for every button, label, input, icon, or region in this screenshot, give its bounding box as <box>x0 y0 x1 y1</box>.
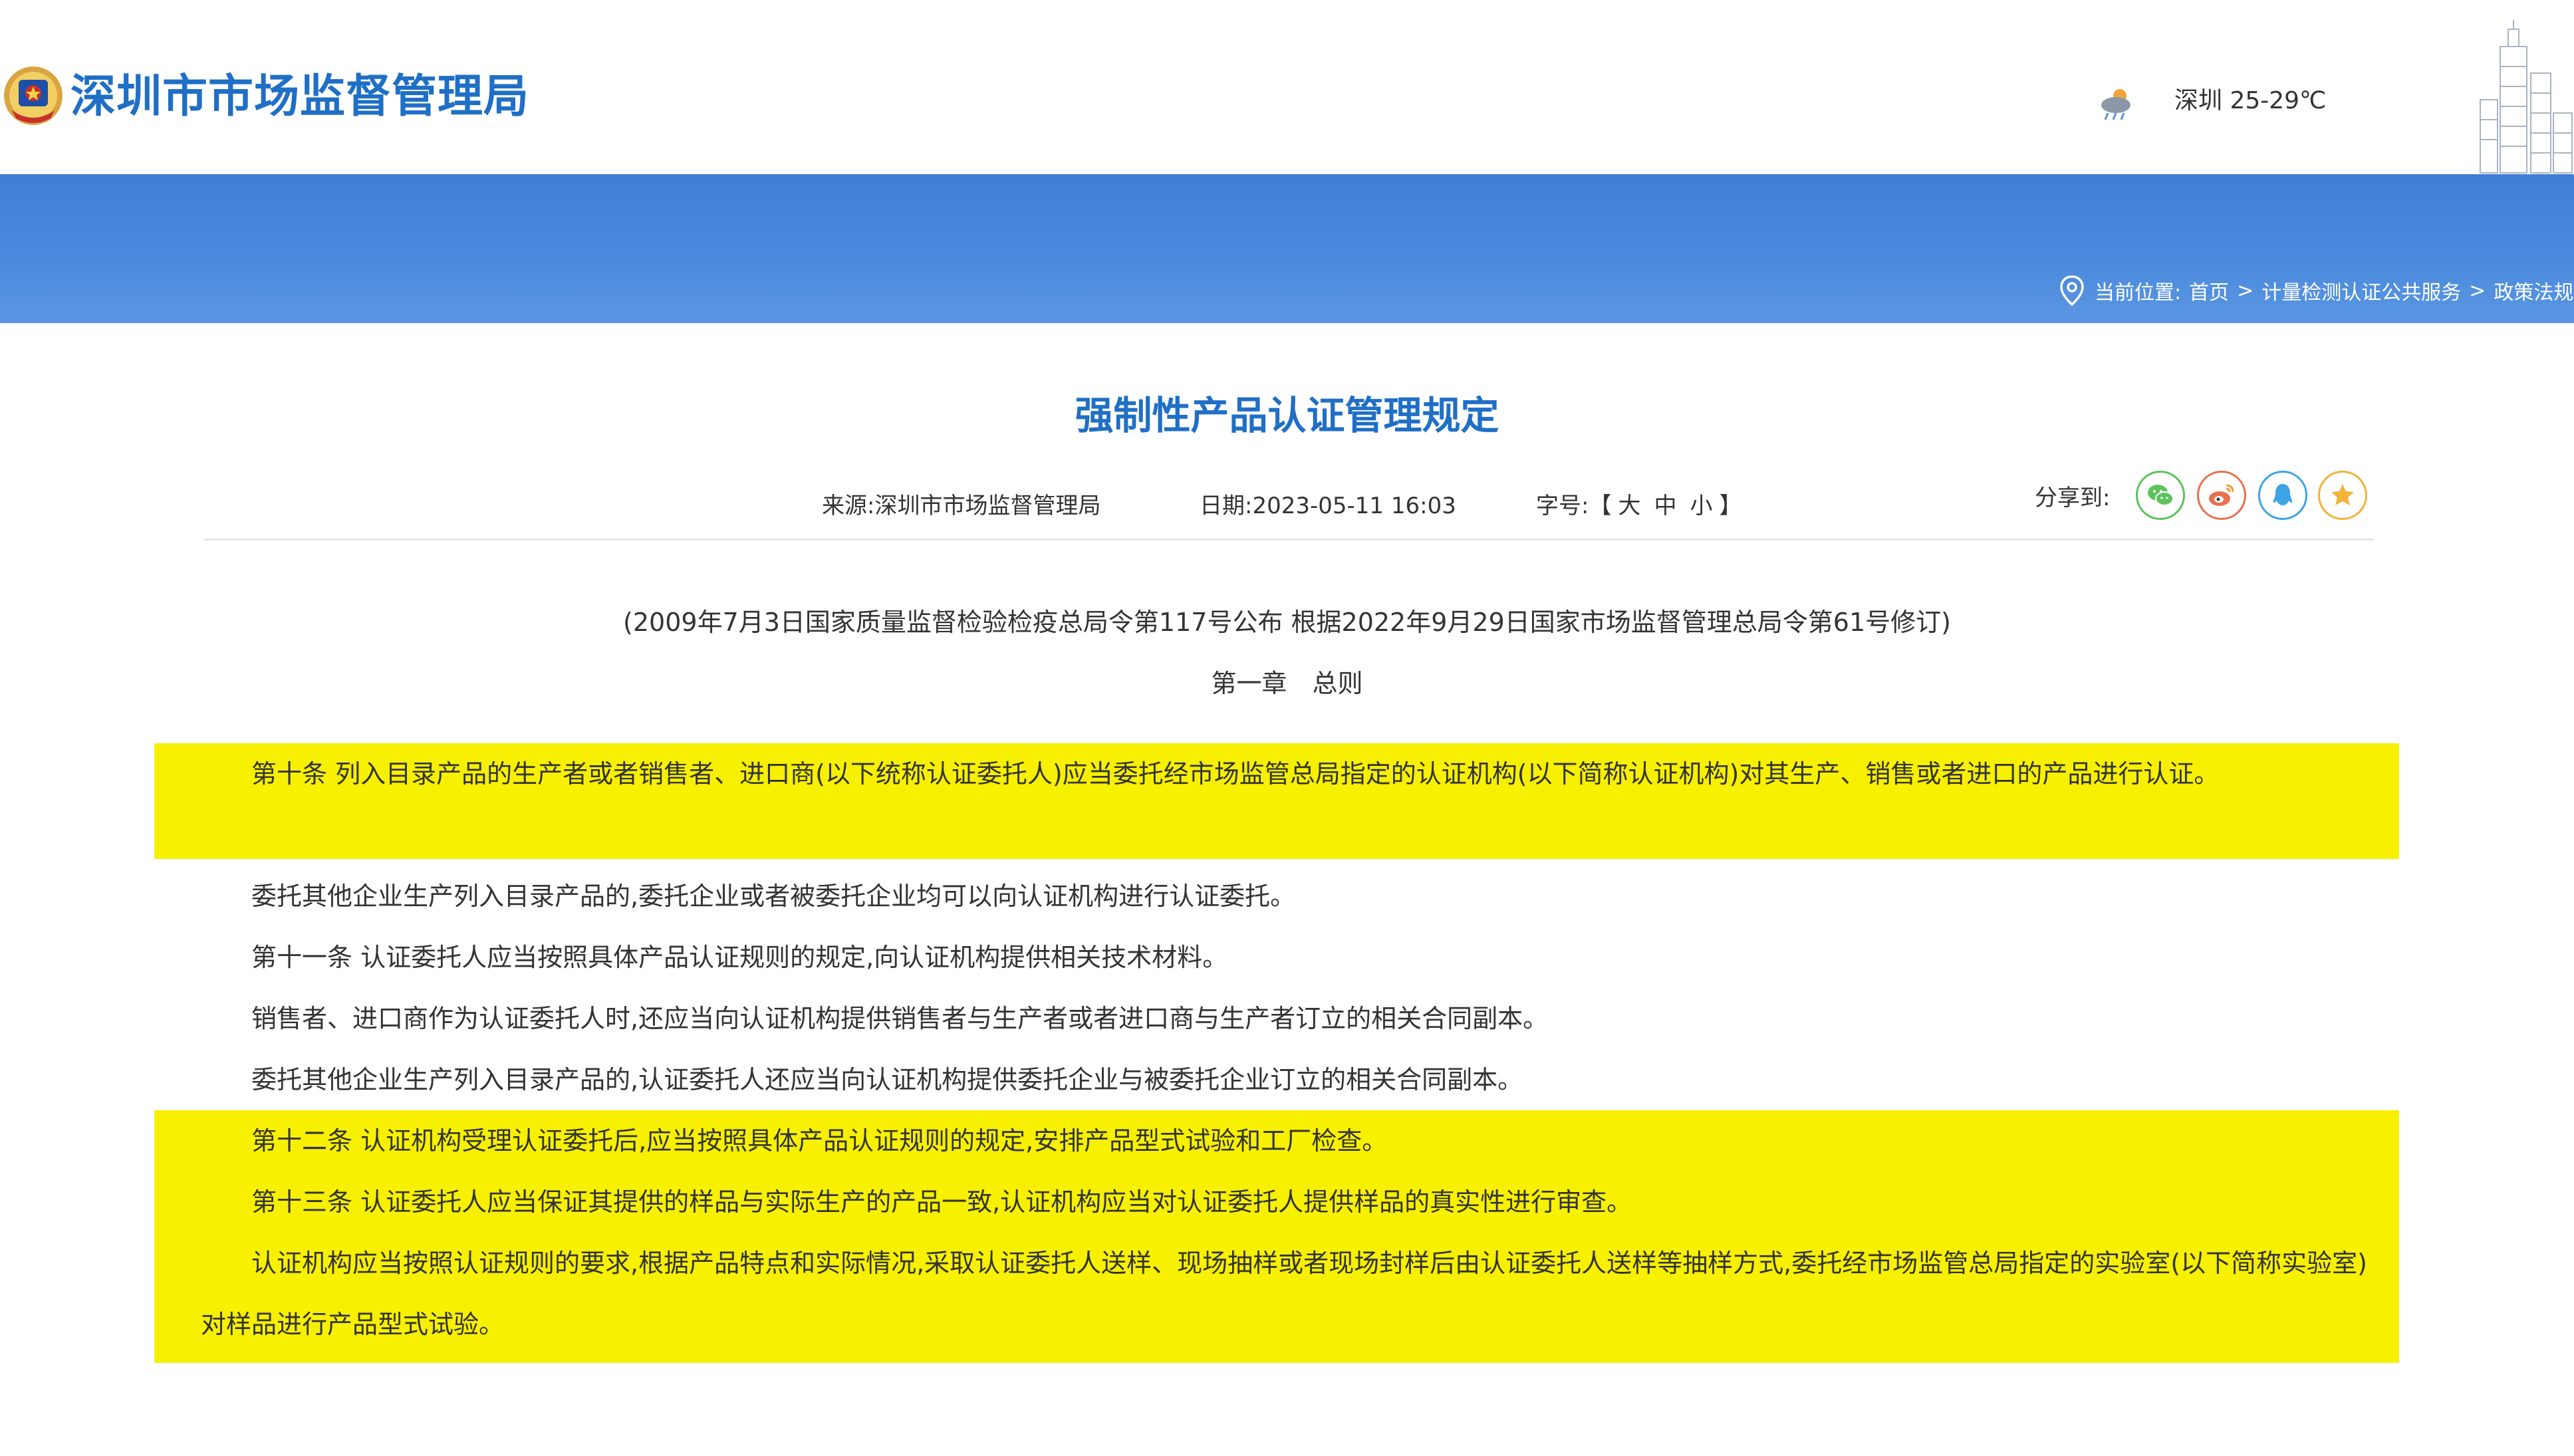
share-favorite-button[interactable] <box>2318 471 2367 520</box>
font-size-small-button[interactable]: 小 <box>1690 493 1712 519</box>
top-banner: 当前位置: 首页 > 计量检测认证公共服务 > 政策法规 <box>0 174 2574 323</box>
weather-icon <box>2096 82 2138 122</box>
breadcrumb-metrology-service[interactable]: 计量检测认证公共服务 <box>2261 276 2461 305</box>
source-label: 来源: <box>822 493 875 519</box>
article-paragraph: 委托其他企业生产列入目录产品的,委托企业或者被委托企业均可以向认证机构进行认证委… <box>251 882 1296 911</box>
article-paragraph: 第十条 列入目录产品的生产者或者销售者、进口商(以下统称认证委托人)应当委托经市… <box>251 759 2220 789</box>
article-paragraph: 认证机构应当按照认证规则的要求,根据产品特点和实际情况,采取认证委托人送样、现场… <box>201 1249 2367 1339</box>
site-title[interactable]: 深圳市市场监督管理局 <box>70 65 529 129</box>
breadcrumb-separator: > <box>2469 279 2486 303</box>
breadcrumb-policy[interactable]: 政策法规 <box>2494 276 2573 305</box>
weibo-icon <box>2209 484 2234 506</box>
source-value: 深圳市市场监督管理局 <box>874 493 1101 519</box>
share-wechat-button[interactable] <box>2136 471 2185 520</box>
wechat-icon <box>2148 485 2174 506</box>
breadcrumb: 当前位置: 首页 > 计量检测认证公共服务 > 政策法规 <box>2059 274 2574 307</box>
font-size-control: 字号:【大中小】 <box>1536 488 1741 524</box>
location-pin-icon <box>2060 275 2084 306</box>
date-label: 日期: <box>1200 493 1253 519</box>
article-title: 强制性产品认证管理规定 <box>1075 393 1499 438</box>
header-divider <box>203 539 2374 541</box>
share-qq-button[interactable] <box>2258 471 2307 520</box>
bracket-close: 】 <box>1719 493 1742 519</box>
font-size-medium-button[interactable]: 中 <box>1654 493 1676 519</box>
breadcrumb-separator: > <box>2237 279 2254 303</box>
emblem-logo[interactable] <box>3 64 64 128</box>
font-size-label: 字号: <box>1536 493 1589 519</box>
share-label: 分享到: <box>2035 485 2111 511</box>
breadcrumb-home[interactable]: 首页 <box>2189 276 2229 305</box>
article-paragraph: 第十一条 认证委托人应当按照具体产品认证规则的规定,向认证机构提供相关技术材料。 <box>251 943 1228 972</box>
qq-icon <box>2273 484 2293 505</box>
breadcrumb-label: 当前位置: <box>2095 281 2182 304</box>
bracket-open: 【 <box>1589 493 1612 519</box>
weather-text: 深圳 25-29℃ <box>2174 87 2327 114</box>
article-paragraph: 委托其他企业生产列入目录产品的,认证委托人还应当向认证机构提供委托企业与被委托企… <box>251 1065 1523 1094</box>
article-source: 来源:深圳市市场监督管理局 <box>822 488 1100 524</box>
article-date: 日期:2023-05-11 16:03 <box>1200 488 1456 524</box>
skyline-image <box>2474 20 2574 174</box>
article-paragraph: 销售者、进口商作为认证委托人时,还应当向认证机构提供销售者与生产者或者进口商与生… <box>251 1004 1549 1033</box>
date-value: 2023-05-11 16:03 <box>1252 493 1456 519</box>
favorite-star-icon <box>2331 484 2354 505</box>
article-paragraph: 第十三条 认证委托人应当保证其提供的样品与实际生产的产品一致,认证机构应当对认证… <box>251 1187 1632 1217</box>
article-paragraph: 第十二条 认证机构受理认证委托后,应当按照具体产品认证规则的规定,安排产品型式试… <box>251 1126 1388 1155</box>
site-header: 深圳市市场监督管理局 深圳 25-29℃ <box>0 0 2574 174</box>
article-subtitle: (2009年7月3日国家质量监督检验检疫总局令第117号公布 根据2022年9月… <box>623 608 1951 637</box>
chapter-heading: 第一章 总则 <box>1211 669 1363 698</box>
share-weibo-button[interactable] <box>2197 471 2246 520</box>
font-size-large-button[interactable]: 大 <box>1618 493 1640 519</box>
